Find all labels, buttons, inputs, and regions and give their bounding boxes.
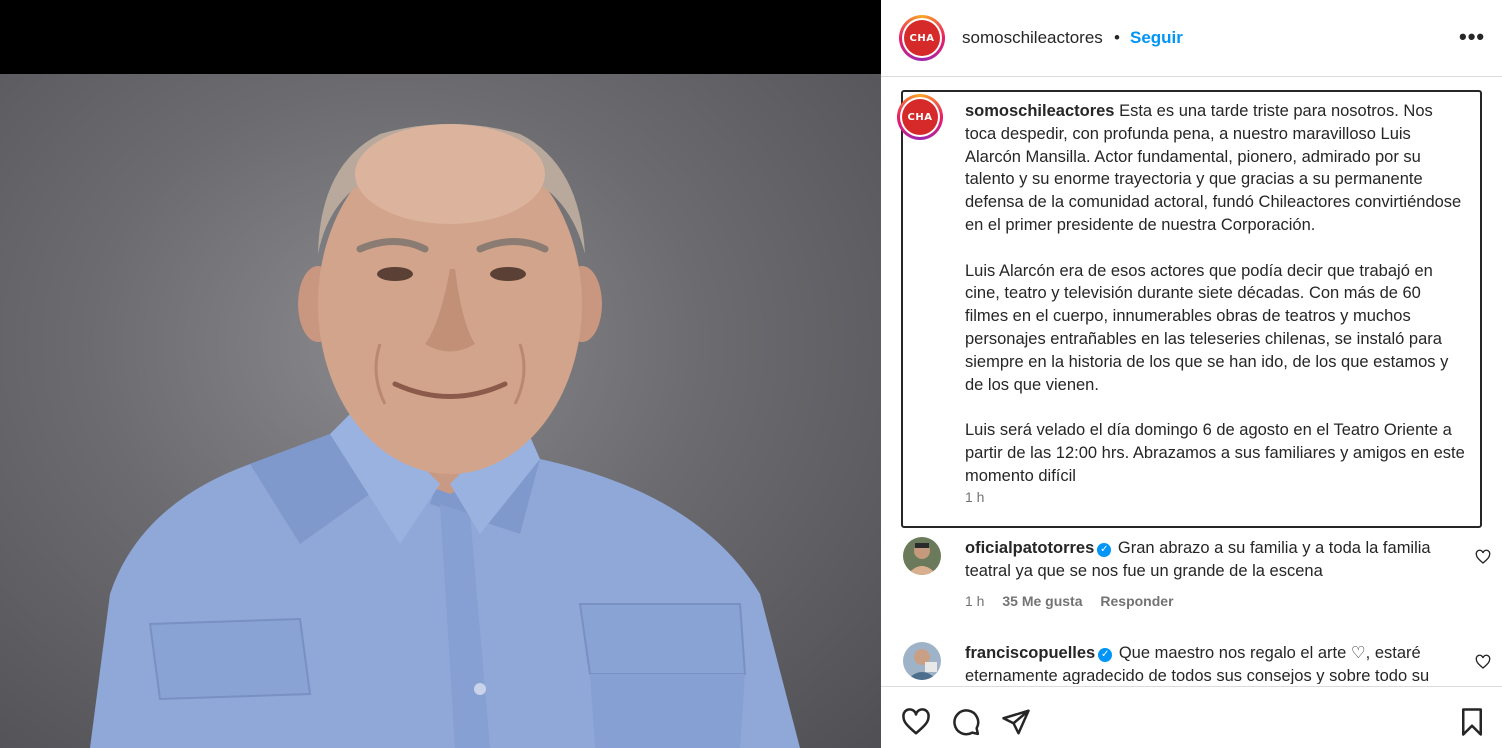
comment-meta: 1 h 35 Me gusta Responder <box>965 593 1188 609</box>
comment-likes[interactable]: 35 Me gusta <box>1002 593 1082 609</box>
comment-item: oficialpatotorres ✓ Gran abrazo a su fami… <box>901 537 1501 627</box>
caption-username[interactable]: somoschileactores <box>965 102 1114 120</box>
bookmark-icon[interactable] <box>1457 707 1487 737</box>
comment-username[interactable]: oficialpatotorres <box>965 539 1094 557</box>
profile-avatar[interactable]: CHA <box>899 15 945 61</box>
caption-avatar[interactable]: CHA <box>897 94 943 140</box>
comment-body: franciscopuelles ✓ Que maestro nos regalo… <box>965 642 1455 684</box>
comment-body: oficialpatotorres ✓ Gran abrazo a su fami… <box>965 537 1455 583</box>
caption-text: somoschileactores Esta es una tarde tris… <box>965 100 1465 488</box>
caption-timestamp[interactable]: 1 h <box>965 489 984 505</box>
post-caption: CHA somoschileactores Esta es una tarde … <box>897 90 1482 528</box>
header-username[interactable]: somoschileactores <box>962 28 1103 48</box>
post-actions-bar <box>881 686 1502 748</box>
avatar-image <box>903 537 941 575</box>
comment-like-heart-icon[interactable] <box>1475 654 1491 670</box>
caption-paragraph-3: Luis será velado el día domingo 6 de ago… <box>965 421 1465 485</box>
post-photo[interactable] <box>0 74 881 748</box>
avatar-image <box>903 642 941 680</box>
comment-icon[interactable] <box>951 707 981 737</box>
send-icon[interactable] <box>1001 707 1031 737</box>
caption-paragraph-1: Esta es una tarde triste para nosotros. … <box>965 102 1462 234</box>
comment-time[interactable]: 1 h <box>965 593 984 609</box>
chileactores-logo: CHA <box>902 99 938 135</box>
commenter-avatar[interactable] <box>903 642 941 680</box>
verified-badge-icon: ✓ <box>1098 648 1113 662</box>
post-header: CHA somoschileactores • Seguir ••• <box>881 0 1502 77</box>
follow-button[interactable]: Seguir <box>1130 28 1183 48</box>
heart-icon[interactable] <box>901 707 931 737</box>
commenter-avatar[interactable] <box>903 537 941 575</box>
header-separator: • <box>1114 28 1120 47</box>
comment-like-heart-icon[interactable] <box>1475 549 1491 565</box>
comment-item: franciscopuelles ✓ Que maestro nos regalo… <box>901 642 1501 684</box>
verified-badge-icon: ✓ <box>1097 543 1112 557</box>
portrait-illustration <box>90 124 800 748</box>
post-side-panel: CHA somoschileactores • Seguir ••• CHA s… <box>881 0 1502 748</box>
caption-paragraph-2: Luis Alarcón era de esos actores que pod… <box>965 261 1449 394</box>
chileactores-logo: CHA <box>904 20 940 56</box>
post-media[interactable] <box>0 0 881 748</box>
reply-button[interactable]: Responder <box>1100 593 1173 609</box>
comment-username[interactable]: franciscopuelles <box>965 644 1095 662</box>
more-options-icon[interactable]: ••• <box>1459 24 1485 50</box>
